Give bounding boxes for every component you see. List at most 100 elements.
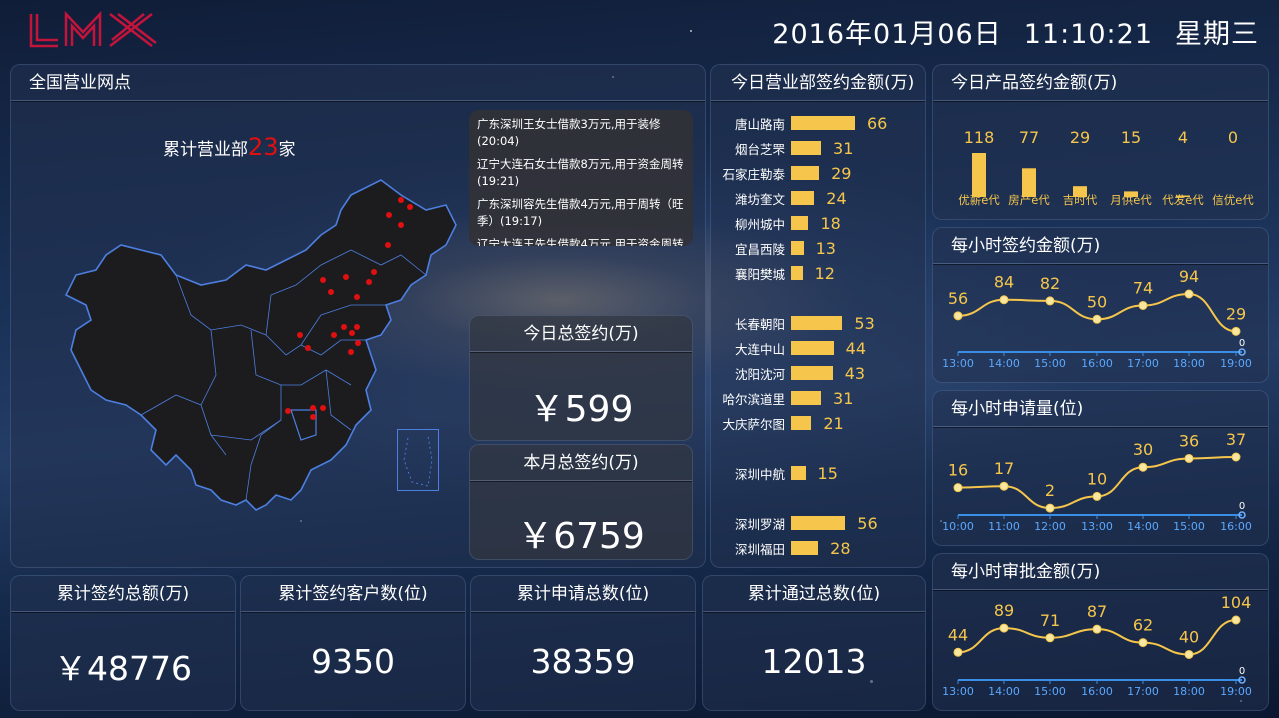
- data-label: 17: [994, 459, 1014, 478]
- hourly-approve-line-chart: 0 44 13:00 89 14:00 71 15:00 87 16:00 62 17:00 40 18…: [942, 593, 1252, 698]
- data-point[interactable]: [1231, 615, 1241, 625]
- x-tick-label: 17:00: [1127, 685, 1159, 698]
- data-point[interactable]: [1138, 300, 1148, 310]
- data-point[interactable]: [1231, 452, 1241, 462]
- total-title: 累计签约总额(万): [11, 576, 235, 613]
- total-customers-panel: 累计签约客户数(位) 9350: [240, 575, 466, 711]
- data-label: 84: [994, 273, 1014, 292]
- today-total-title: 今日总签约(万): [470, 316, 692, 353]
- total-title: 累计签约客户数(位): [241, 576, 465, 613]
- product-label: 房产e代: [1008, 193, 1050, 207]
- x-tick-label: 12:00: [1034, 520, 1066, 533]
- dept-bar-row[interactable]: 潍坊奎文 24: [711, 188, 847, 208]
- dept-value: 21: [823, 413, 844, 433]
- dept-bar-row[interactable]: 哈尔滨道里 31: [711, 388, 853, 408]
- dept-bar-row[interactable]: 深圳中航 15: [711, 463, 838, 483]
- x-tick-label: 19:00: [1220, 685, 1252, 698]
- data-point[interactable]: [1092, 314, 1102, 324]
- hourly-apply-title: 每小时申请量(位): [933, 391, 1268, 428]
- dept-panel-title: 今日营业部签约金额(万): [711, 65, 925, 102]
- dept-label: 深圳罗湖: [734, 516, 785, 532]
- dept-bar: [791, 541, 819, 555]
- dept-label: 深圳中航: [734, 466, 785, 482]
- product-value: 77: [1019, 128, 1039, 147]
- dept-bar-row[interactable]: 宜昌西陵 13: [711, 238, 836, 258]
- data-point[interactable]: [1092, 491, 1102, 501]
- logo: [28, 10, 158, 54]
- data-point[interactable]: [1184, 453, 1194, 463]
- dept-bar-row[interactable]: 深圳福田 28: [711, 538, 851, 558]
- dept-value: 31: [833, 138, 854, 158]
- data-point[interactable]: [999, 623, 1009, 633]
- data-point[interactable]: [1184, 649, 1194, 659]
- dept-value: 56: [857, 513, 878, 533]
- data-point[interactable]: [1045, 296, 1055, 306]
- ticker-item: 广东深圳王女士借款3万元,用于装修(20:04): [477, 117, 661, 148]
- dept-label: 潍坊奎文: [734, 191, 785, 207]
- dept-value: 12: [814, 263, 835, 283]
- time-text: 11:10:21: [1023, 19, 1153, 50]
- dept-panel: 今日营业部签约金额(万) 唐山路南 66 烟台芝罘 31 石家庄勒泰 29 潍坊奎文 24 柳州…: [710, 64, 926, 568]
- data-label: 16: [948, 461, 968, 480]
- dept-bar-row[interactable]: 石家庄勒泰 29: [711, 163, 851, 183]
- data-point[interactable]: [1045, 633, 1055, 643]
- dept-label: 石家庄勒泰: [722, 166, 785, 182]
- hourly-approve-title: 每小时审批金额(万): [933, 554, 1268, 591]
- ticker-item: 广东深圳容先生借款4万元,用于周转（旺季）(19:17): [477, 197, 684, 228]
- dept-label: 长春朝阳: [734, 316, 785, 332]
- x-tick-label: 18:00: [1173, 685, 1205, 698]
- data-label: 50: [1087, 292, 1107, 311]
- data-point[interactable]: [953, 647, 963, 657]
- data-label: 10: [1087, 469, 1107, 488]
- dept-value: 18: [820, 213, 841, 233]
- map-panel-title: 全国营业网点: [11, 65, 705, 102]
- dept-bar: [791, 191, 815, 205]
- dept-value: 28: [830, 538, 851, 558]
- dept-bar-row[interactable]: 柳州城中 18: [711, 213, 841, 233]
- x-tick-label: 14:00: [988, 357, 1020, 370]
- month-total-value: ￥6759: [517, 516, 645, 557]
- data-label: 2: [1045, 481, 1055, 500]
- ticker-item: 辽宁大连石女士借款8万元,用于资金周转(19:21): [477, 157, 684, 188]
- dept-bar: [791, 391, 822, 405]
- dept-value: 15: [817, 463, 838, 483]
- product-value: 4: [1178, 128, 1188, 147]
- dept-label: 宜昌西陵: [734, 241, 785, 257]
- product-panel: 今日产品签约金额(万) 118 优薪e代 77 房产e代 29 吉时代 15 月供e代 4 代发e…: [932, 64, 1269, 220]
- data-label: 37: [1226, 430, 1246, 449]
- dept-bar-row[interactable]: 长春朝阳 53: [711, 313, 875, 333]
- china-map[interactable]: [51, 155, 471, 555]
- axis-end-value: 0: [1239, 338, 1245, 349]
- dept-bar: [791, 166, 820, 180]
- hourly-amount-title: 每小时签约金额(万): [933, 228, 1268, 265]
- data-point[interactable]: [1092, 624, 1102, 634]
- data-label: 62: [1133, 616, 1153, 635]
- data-point[interactable]: [1138, 462, 1148, 472]
- dept-bar-row[interactable]: 大庆萨尔图 21: [711, 413, 844, 433]
- data-point[interactable]: [1045, 503, 1055, 513]
- data-point[interactable]: [1184, 289, 1194, 299]
- data-point[interactable]: [953, 483, 963, 493]
- data-point[interactable]: [953, 311, 963, 321]
- south-china-sea-inset: [397, 429, 439, 491]
- dept-bar-row[interactable]: 唐山路南 66: [711, 113, 887, 133]
- dept-value: 24: [826, 188, 847, 208]
- axis-end-value: 0: [1239, 501, 1245, 512]
- total-approved-panel: 累计通过总数(位) 12013: [702, 575, 926, 711]
- data-point[interactable]: [1231, 326, 1241, 336]
- dept-label: 襄阳樊城: [734, 266, 785, 282]
- dept-bar-row[interactable]: 深圳罗湖 56: [711, 513, 878, 533]
- dept-value: 29: [831, 163, 852, 183]
- product-panel-title: 今日产品签约金额(万): [933, 65, 1268, 102]
- dept-label: 深圳福田: [734, 541, 785, 557]
- dept-bar-row[interactable]: 大连中山 44: [711, 338, 866, 358]
- data-point[interactable]: [999, 295, 1009, 305]
- dept-bar-row[interactable]: 烟台芝罘 31: [711, 138, 853, 158]
- dept-value: 66: [867, 113, 888, 133]
- dept-bar-row[interactable]: 沈阳沈河 43: [711, 363, 865, 383]
- loan-ticker[interactable]: 广东深圳王女士借款3万元,用于装修(20:04) 辽宁大连石女士借款8万元,用于…: [469, 110, 693, 246]
- dept-bar-row[interactable]: 襄阳樊城 12: [711, 263, 835, 283]
- data-point[interactable]: [999, 481, 1009, 491]
- data-point[interactable]: [1138, 638, 1148, 648]
- x-tick-label: 13:00: [942, 357, 974, 370]
